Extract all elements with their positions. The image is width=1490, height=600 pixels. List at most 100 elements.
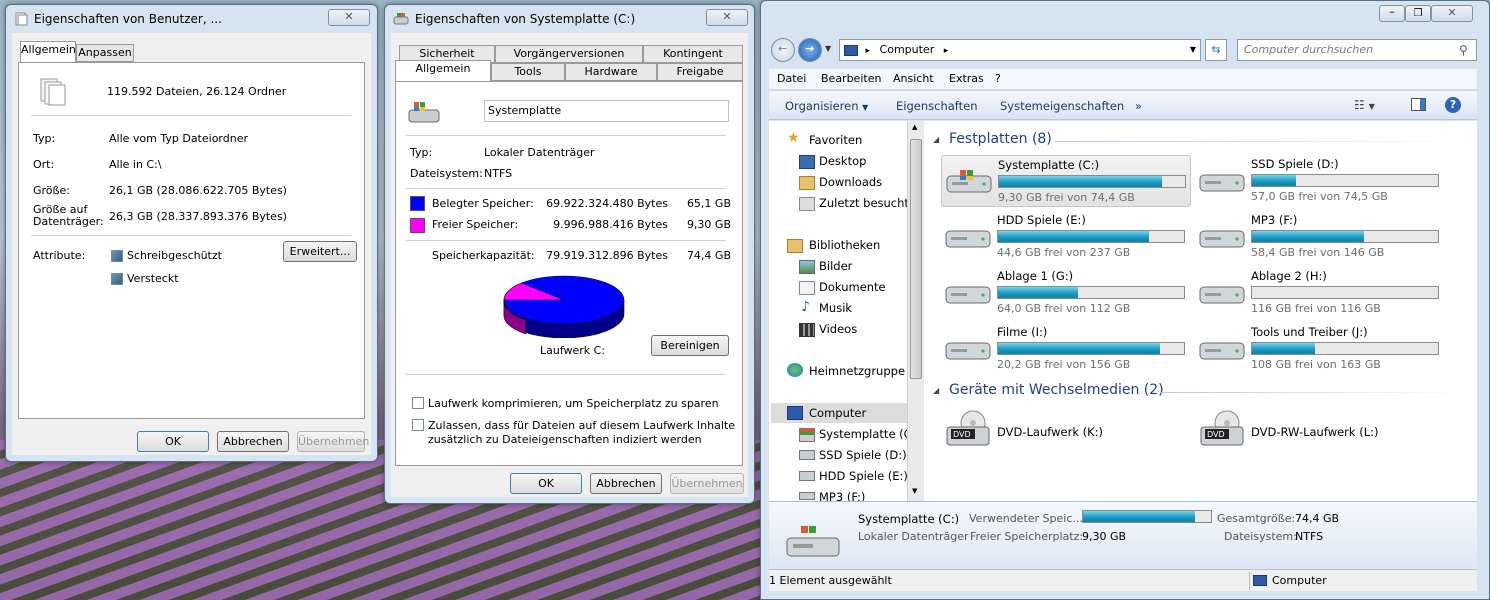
system-properties-button[interactable]: Systemeigenschaften [1000, 99, 1124, 113]
folder-icon [40, 78, 66, 106]
tab-anpassen[interactable]: Anpassen [76, 44, 134, 62]
nav-drive-f[interactable]: MP3 (F:) [819, 490, 865, 501]
hidden-checkbox[interactable] [111, 273, 123, 285]
tab-allgemein[interactable]: Allgemein [20, 41, 76, 62]
nav-downloads[interactable]: Downloads [819, 175, 882, 189]
close-button[interactable]: ✕ [1431, 5, 1473, 22]
nav-recent[interactable]: Zuletzt besucht [819, 196, 909, 210]
nav-pictures[interactable]: Bilder [819, 259, 852, 273]
tab-kontingent[interactable]: Kontingent [643, 45, 743, 63]
tab-tools[interactable]: Tools [491, 63, 565, 81]
separator [31, 115, 351, 116]
nav-libraries[interactable]: Bibliotheken [809, 238, 880, 252]
nav-drive-c[interactable]: Systemplatte (C:) [819, 427, 920, 441]
menu-datei[interactable]: Datei [777, 72, 806, 85]
drive-tile[interactable]: SSD Spiele (D:) 57,0 GB frei von 74,5 GB [1195, 155, 1445, 207]
nav-drive-e[interactable]: HDD Spiele (E:) [819, 469, 908, 483]
drive-tile[interactable]: Filme (I:) 20,2 GB frei von 156 GB [941, 323, 1191, 375]
menu-ansicht[interactable]: Ansicht [893, 72, 934, 85]
nav-videos[interactable]: Videos [819, 322, 857, 336]
view-options-icon[interactable]: ☷ ▼ [1354, 98, 1375, 112]
details-usage-bar [1082, 510, 1212, 523]
close-button[interactable]: ✕ [706, 9, 748, 26]
drive-name: Tools und Treiber (J:) [1251, 325, 1368, 339]
maximize-button[interactable]: ❐ [1405, 5, 1431, 22]
nav-documents[interactable]: Dokumente [819, 280, 886, 294]
drive-tile[interactable]: HDD Spiele (E:) 44,6 GB frei von 237 GB [941, 211, 1191, 263]
compress-checkbox[interactable] [412, 397, 424, 409]
dvd-drive-k[interactable]: DVD DVD-Laufwerk (K:) [941, 407, 1191, 451]
used-space-swatch [410, 196, 425, 211]
nav-desktop[interactable]: Desktop [819, 154, 866, 168]
drive-free-space: 58,4 GB frei von 146 GB [1251, 246, 1385, 259]
computer-icon [1253, 575, 1267, 586]
titlebar[interactable]: Eigenschaften von Benutzer, ... [6, 5, 377, 33]
cancel-button[interactable]: Abbrechen [590, 473, 662, 494]
group-title-removable[interactable]: Geräte mit Wechselmedien (2) [949, 382, 1164, 398]
address-dropdown-icon[interactable]: ▼ [1190, 40, 1196, 60]
menu-bearbeiten[interactable]: Bearbeiten [821, 72, 881, 85]
address-text: Computer [879, 43, 935, 56]
dvd-drive-icon: DVD [946, 410, 990, 446]
nav-drive-d[interactable]: SSD Spiele (D:) [819, 448, 907, 462]
navigation-scrollbar[interactable]: ▲ ▼ [907, 121, 924, 501]
minimize-button[interactable]: – [1379, 5, 1405, 22]
tab-allgemein[interactable]: Allgemein [395, 60, 491, 81]
refresh-button[interactable]: ⇆ [1205, 39, 1227, 61]
history-dropdown-icon[interactable]: ▼ [825, 44, 831, 53]
nav-computer[interactable]: Computer [809, 406, 866, 420]
scrollbar-thumb[interactable] [910, 139, 922, 379]
properties-button[interactable]: Eigenschaften [896, 99, 978, 113]
more-commands-button[interactable]: » [1135, 99, 1142, 113]
close-button[interactable]: ✕ [328, 9, 370, 26]
back-button[interactable]: ← [771, 38, 795, 62]
details-free-label: Freier Speicherplatz: [970, 530, 1084, 543]
nav-music[interactable]: Musik [819, 301, 852, 315]
menu-help[interactable]: ? [995, 72, 1001, 85]
capacity-bytes: 79.919.312.896 Bytes [546, 249, 668, 262]
drive-free-space: 9,30 GB frei von 74,4 GB [998, 191, 1135, 204]
scroll-up-icon[interactable]: ▲ [912, 123, 917, 131]
titlebar[interactable]: Eigenschaften von Systemplatte (C:) [385, 5, 754, 33]
organize-button[interactable]: Organisieren ▼ [785, 99, 868, 113]
drive-usage-fill [999, 176, 1162, 187]
collapse-group-icon[interactable]: ◢ [933, 135, 939, 144]
readonly-checkbox[interactable] [111, 250, 123, 262]
ok-button[interactable]: OK [137, 431, 209, 452]
drive-free-space: 20,2 GB frei von 156 GB [997, 358, 1131, 371]
drive-tile[interactable]: Ablage 1 (G:) 64,0 GB frei von 112 GB [941, 267, 1191, 319]
address-bar[interactable]: ▸ Computer ▸ ▼ [839, 39, 1201, 61]
index-checkbox[interactable] [412, 419, 424, 431]
details-used-label: Verwendeter Speic... [969, 512, 1083, 525]
disk-usage-pie-chart [503, 275, 625, 338]
drive-tile[interactable]: Systemplatte (C:) 9,30 GB frei von 74,4 G… [941, 155, 1191, 207]
nav-favorites[interactable]: Favoriten [809, 133, 862, 147]
forward-button[interactable]: → [798, 38, 822, 62]
tab-freigabe[interactable]: Freigabe [657, 63, 743, 81]
drive-tile[interactable]: MP3 (F:) 58,4 GB frei von 146 GB [1195, 211, 1445, 263]
drive-tile[interactable]: Ablage 2 (H:) 116 GB frei von 116 GB [1195, 267, 1445, 319]
advanced-button[interactable]: Erweitert... [283, 241, 357, 262]
menu-extras[interactable]: Extras [949, 72, 984, 85]
apply-button[interactable]: Übernehmen [670, 473, 744, 494]
help-icon[interactable]: ? [1445, 97, 1461, 113]
group-title-hard-drives[interactable]: Festplatten (8) [949, 131, 1052, 147]
hard-drive-icon [1199, 342, 1245, 360]
command-bar: Organisieren ▼ Eigenschaften Systemeigen… [769, 90, 1477, 120]
readonly-label: Schreibgeschützt [127, 249, 222, 262]
drive-usage-bar [997, 230, 1185, 243]
nav-homegroup[interactable]: Heimnetzgruppe [809, 364, 905, 378]
preview-pane-icon[interactable] [1411, 98, 1426, 111]
tab-vorgaengerversionen[interactable]: Vorgängerversionen [495, 45, 643, 63]
collapse-group-icon[interactable]: ◢ [933, 386, 939, 395]
cancel-button[interactable]: Abbrechen [217, 431, 289, 452]
cleanup-button[interactable]: Bereinigen [651, 335, 729, 356]
ok-button[interactable]: OK [510, 473, 582, 494]
scroll-down-icon[interactable]: ▼ [912, 487, 917, 495]
tab-hardware[interactable]: Hardware [565, 63, 657, 81]
drive-tile[interactable]: Tools und Treiber (J:) 108 GB frei von 16… [1195, 323, 1445, 375]
dvd-drive-l[interactable]: DVD DVD-RW-Laufwerk (L:) [1195, 407, 1445, 451]
search-input[interactable]: Computer durchsuchen [1237, 39, 1477, 61]
drive-name-input[interactable]: Systemplatte [484, 100, 729, 122]
apply-button[interactable]: Übernehmen [297, 431, 369, 452]
